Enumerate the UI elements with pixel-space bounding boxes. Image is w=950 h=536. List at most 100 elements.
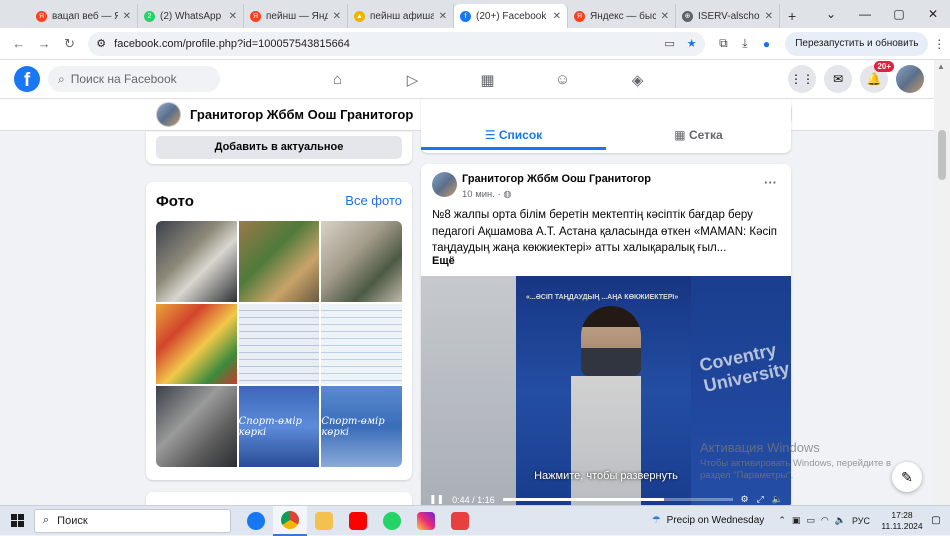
browser-tab[interactable]: 2 (2) WhatsApp ✕ — [138, 4, 244, 28]
taskbar-facebook-icon[interactable] — [239, 506, 273, 536]
tray-language[interactable]: РУС — [852, 516, 870, 526]
forward-icon[interactable]: → — [31, 36, 56, 51]
scroll-up-icon[interactable]: ▲ — [937, 62, 945, 71]
windows-taskbar: ⌕ Поиск ☂ Precip on Wednesday ⌃ ▣ ▭ ◠ 🔈 … — [0, 505, 950, 536]
photo-thumbnail[interactable] — [156, 221, 237, 302]
windows-logo-icon — [10, 514, 24, 527]
see-more-link[interactable]: Ещё — [432, 255, 455, 267]
profile-icon[interactable]: ● — [756, 37, 778, 51]
tab-close-icon[interactable]: ✕ — [333, 11, 341, 22]
fullscreen-icon[interactable]: ⤢ — [757, 494, 764, 505]
photo-thumbnail[interactable] — [156, 386, 237, 467]
profile-name[interactable]: Гранитогор Жббм Оош Гранитогор — [190, 107, 413, 122]
tab-close-icon[interactable]: ✕ — [553, 11, 561, 22]
video-icon[interactable]: ▷ — [375, 60, 450, 99]
taskbar-clock[interactable]: 17:28 11.11.2024 — [878, 510, 926, 532]
tray-network-icon[interactable]: ▭ — [806, 515, 815, 526]
home-icon[interactable]: ⌂ — [300, 60, 375, 99]
tab-title: (20+) Facebook — [476, 10, 547, 22]
start-button[interactable] — [0, 514, 34, 527]
facebook-search-input[interactable]: ⌕ Поиск на Facebook — [48, 66, 220, 92]
volume-icon[interactable]: 🔈 — [772, 494, 783, 505]
photos-card: Фото Все фото Спорт-өмір көркі Спорт-өмі… — [146, 182, 412, 480]
tray-app-icon[interactable]: ▣ — [792, 515, 801, 526]
minimize-icon[interactable]: — — [848, 0, 882, 28]
post-author-avatar[interactable] — [432, 172, 457, 197]
tab-list[interactable]: ☰ Список — [421, 128, 606, 142]
notification-center-icon[interactable]: ▢ — [926, 515, 946, 526]
photo-thumbnail[interactable] — [321, 221, 402, 302]
profile-avatar[interactable] — [156, 102, 181, 127]
maximize-icon[interactable]: ▢ — [882, 0, 916, 28]
taskbar-wps-icon[interactable] — [443, 506, 477, 536]
menu-grid-icon[interactable]: ⋮⋮ — [788, 65, 816, 93]
cast-icon[interactable]: ▭ — [664, 37, 674, 50]
post-timestamp[interactable]: 10 мин. · ◍ — [462, 189, 512, 200]
back-icon[interactable]: ← — [6, 36, 31, 51]
tab-favicon-icon: 2 — [144, 10, 155, 22]
video-progress-bar[interactable] — [502, 498, 733, 501]
browser-tab[interactable]: Я Яндекс — быстрый ✕ — [568, 4, 676, 28]
taskbar-weather[interactable]: ☂ Precip on Wednesday — [652, 515, 765, 526]
active-tab-indicator — [421, 147, 606, 150]
download-icon[interactable]: ⤓ — [734, 36, 756, 51]
extensions-icon[interactable]: ⧉ — [713, 36, 735, 51]
add-featured-button[interactable]: Добавить в актуальное — [156, 136, 402, 159]
tray-wifi-icon[interactable]: ◠ — [821, 515, 829, 526]
address-bar-row: ← → ↻ ⚙ facebook.com/profile.php?id=1000… — [0, 28, 950, 60]
account-avatar[interactable] — [896, 65, 924, 93]
post-more-icon[interactable]: ··· — [764, 175, 777, 190]
taskbar-instagram-icon[interactable] — [409, 506, 443, 536]
tab-close-icon[interactable]: ✕ — [661, 11, 669, 22]
close-window-icon[interactable]: ✕ — [916, 0, 950, 28]
taskbar-apps — [239, 505, 477, 536]
pause-icon[interactable]: ❚❚ — [429, 494, 444, 505]
page-scrollbar[interactable]: ▲ — [934, 60, 950, 505]
all-photos-link[interactable]: Все фото — [345, 193, 402, 208]
taskbar-youtube-icon[interactable] — [341, 506, 375, 536]
browser-tab[interactable]: ⊕ ISERV-alschool ✕ — [676, 4, 780, 28]
post-author-name[interactable]: Гранитогор Жббм Оош Гранитогор — [462, 173, 651, 185]
posts-view-tabs: ☰ Список ▦ Сетка — [421, 99, 791, 153]
tab-close-icon[interactable]: ✕ — [229, 11, 237, 22]
tab-grid[interactable]: ▦ Сетка — [606, 128, 791, 142]
browser-tab[interactable]: Явацап веб — Яндекс ✕ — [30, 4, 138, 28]
groups-icon[interactable]: ☺ — [525, 60, 600, 99]
browser-tab[interactable]: Япейнш — Яндекс ✕ — [244, 4, 348, 28]
taskbar-explorer-icon[interactable] — [307, 506, 341, 536]
photo-thumbnail[interactable] — [156, 303, 237, 385]
photo-thumbnail[interactable] — [321, 303, 402, 385]
tab-search-icon[interactable]: ⌄ — [814, 0, 848, 28]
photo-thumbnail[interactable] — [238, 221, 320, 302]
scrollbar-thumb[interactable] — [938, 130, 946, 180]
tray-overflow-icon[interactable]: ⌃ — [778, 515, 786, 526]
relaunch-button[interactable]: Перезапустить и обновить — [785, 31, 929, 56]
messenger-icon[interactable]: ✉ — [824, 65, 852, 93]
photo-thumbnail[interactable] — [238, 303, 320, 385]
tab-close-icon[interactable]: ✕ — [765, 11, 773, 22]
compose-message-icon[interactable]: ✎ — [892, 462, 922, 492]
bookmark-star-icon[interactable]: ★ — [687, 37, 697, 50]
browser-tab[interactable]: f (20+) Facebook ✕ — [454, 4, 568, 28]
settings-icon[interactable]: ⚙ — [741, 494, 749, 505]
photo-thumbnail[interactable]: Спорт-өмір көркі — [321, 386, 402, 467]
browser-tab[interactable]: ▲ пейнш афишасы ✕ — [348, 4, 454, 28]
notifications-icon[interactable]: 🔔 20+ — [860, 61, 894, 93]
taskbar-search-input[interactable]: ⌕ Поиск — [34, 508, 231, 533]
tray-volume-icon[interactable]: 🔈 — [835, 515, 846, 526]
taskbar-chrome-icon[interactable] — [273, 505, 307, 536]
marketplace-icon[interactable]: ▦ — [450, 60, 525, 99]
site-info-icon[interactable]: ⚙ — [96, 37, 106, 50]
photo-thumbnail[interactable]: Спорт-өмір көркі — [238, 386, 320, 467]
facebook-logo-icon[interactable]: f — [14, 66, 40, 92]
gaming-icon[interactable]: ◈ — [600, 60, 675, 99]
taskbar-whatsapp-icon[interactable] — [375, 506, 409, 536]
browser-menu-icon[interactable]: ⋮ — [928, 37, 950, 51]
tab-close-icon[interactable]: ✕ — [439, 11, 447, 22]
video-controls: ❚❚ 0:44 / 1:16 ⚙ ⤢ 🔈 — [421, 490, 791, 505]
tab-close-icon[interactable]: ✕ — [123, 11, 131, 22]
url-field[interactable]: ⚙ facebook.com/profile.php?id=1000575438… — [88, 31, 705, 56]
reload-icon[interactable]: ↻ — [57, 36, 82, 52]
new-tab-button[interactable]: + — [780, 4, 804, 28]
video-time: 0:44 / 1:16 — [452, 494, 495, 505]
